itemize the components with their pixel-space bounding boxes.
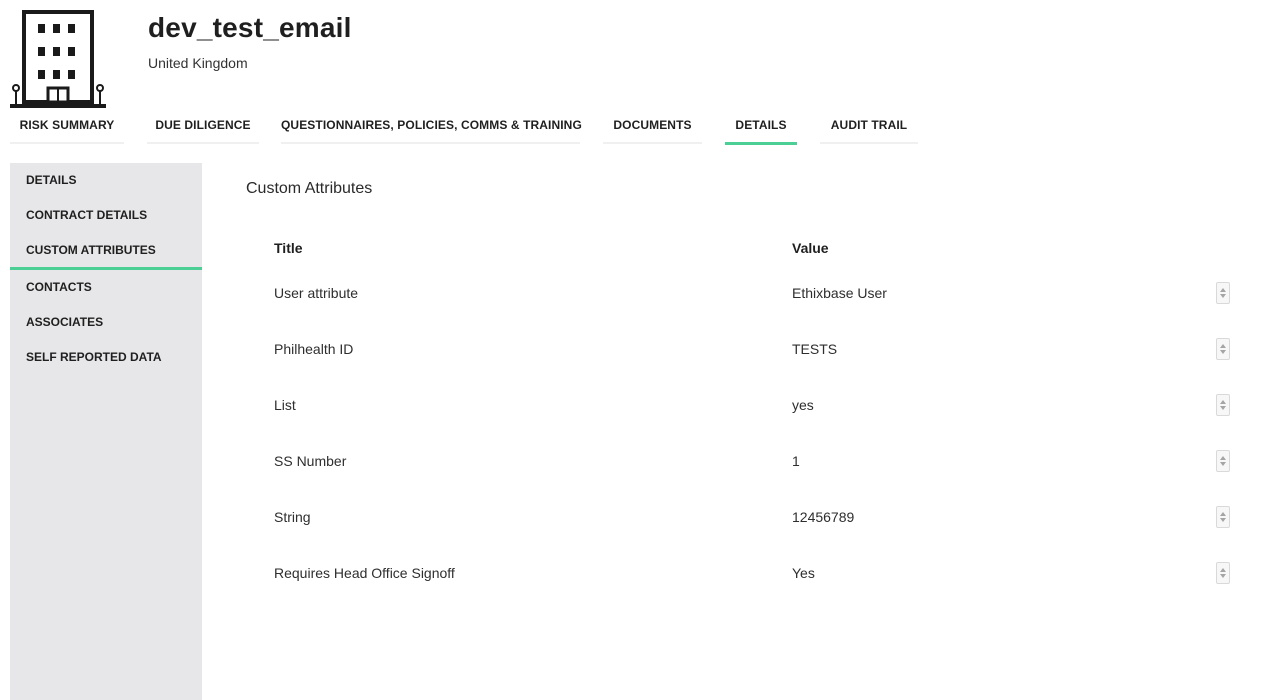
table-row: Requires Head Office Signoff Yes: [274, 562, 1234, 620]
chevron-down-icon[interactable]: [1220, 350, 1226, 354]
chevron-up-icon[interactable]: [1220, 456, 1226, 460]
attribute-value: 12456789: [792, 509, 855, 525]
table-row: String 12456789: [274, 506, 1234, 564]
attribute-value: TESTS: [792, 341, 838, 357]
tab-bar: RISK SUMMARY DUE DILIGENCE QUESTIONNAIRE…: [0, 110, 1280, 145]
attribute-title: List: [274, 397, 296, 413]
tab-due-diligence[interactable]: DUE DILIGENCE: [147, 110, 259, 144]
entity-country: United Kingdom: [148, 55, 248, 71]
attribute-value: yes: [792, 397, 814, 413]
entity-header: dev_test_email United Kingdom: [0, 0, 1280, 110]
tab-audit-trail[interactable]: AUDIT TRAIL: [820, 110, 918, 144]
sort-spinner[interactable]: [1216, 562, 1230, 584]
sidebar-item-contacts[interactable]: CONTACTS: [10, 270, 202, 305]
chevron-down-icon[interactable]: [1220, 294, 1226, 298]
sidebar-item-associates[interactable]: ASSOCIATES: [10, 305, 202, 340]
attribute-value: 1: [792, 453, 800, 469]
table-row: SS Number 1: [274, 450, 1234, 508]
sidebar-item-self-reported-data[interactable]: SELF REPORTED DATA: [10, 340, 202, 375]
chevron-up-icon[interactable]: [1220, 512, 1226, 516]
chevron-down-icon[interactable]: [1220, 406, 1226, 410]
chevron-up-icon[interactable]: [1220, 400, 1226, 404]
attribute-title: Requires Head Office Signoff: [274, 565, 455, 581]
column-header-value: Value: [792, 240, 829, 256]
attribute-title: User attribute: [274, 285, 359, 301]
details-sidebar: DETAILS CONTRACT DETAILS CUSTOM ATTRIBUT…: [10, 163, 202, 700]
sort-spinner[interactable]: [1216, 282, 1230, 304]
building-icon: [10, 10, 106, 108]
chevron-up-icon[interactable]: [1220, 344, 1226, 348]
chevron-up-icon[interactable]: [1220, 568, 1226, 572]
chevron-down-icon[interactable]: [1220, 462, 1226, 466]
sort-spinner[interactable]: [1216, 394, 1230, 416]
tab-documents[interactable]: DOCUMENTS: [603, 110, 702, 144]
chevron-down-icon[interactable]: [1220, 518, 1226, 522]
attribute-value: Ethixbase User: [792, 285, 887, 301]
entity-title: dev_test_email: [148, 12, 352, 43]
sidebar-item-contract-details[interactable]: CONTRACT DETAILS: [10, 198, 202, 233]
page: dev_test_email United Kingdom RISK SUMMA…: [0, 0, 1280, 700]
sort-spinner[interactable]: [1216, 506, 1230, 528]
attribute-title: String: [274, 509, 311, 525]
attribute-title: SS Number: [274, 453, 347, 469]
tab-risk-summary[interactable]: RISK SUMMARY: [10, 110, 124, 144]
chevron-up-icon[interactable]: [1220, 288, 1226, 292]
chevron-down-icon[interactable]: [1220, 574, 1226, 578]
column-header-title: Title: [274, 240, 303, 256]
sidebar-item-custom-attributes[interactable]: CUSTOM ATTRIBUTES: [10, 233, 202, 270]
attribute-value: Yes: [792, 565, 815, 581]
sort-spinner[interactable]: [1216, 450, 1230, 472]
table-row: User attribute Ethixbase User: [274, 282, 1234, 340]
sort-spinner[interactable]: [1216, 338, 1230, 360]
tab-details[interactable]: DETAILS: [725, 110, 797, 145]
table-row: Philhealth ID TESTS: [274, 338, 1234, 396]
section-title: Custom Attributes: [246, 180, 373, 197]
sidebar-item-details[interactable]: DETAILS: [10, 163, 202, 198]
attribute-title: Philhealth ID: [274, 341, 354, 357]
tab-questionnaires-policies-comms-training[interactable]: QUESTIONNAIRES, POLICIES, COMMS & TRAINI…: [281, 110, 582, 144]
table-row: List yes: [274, 394, 1234, 452]
